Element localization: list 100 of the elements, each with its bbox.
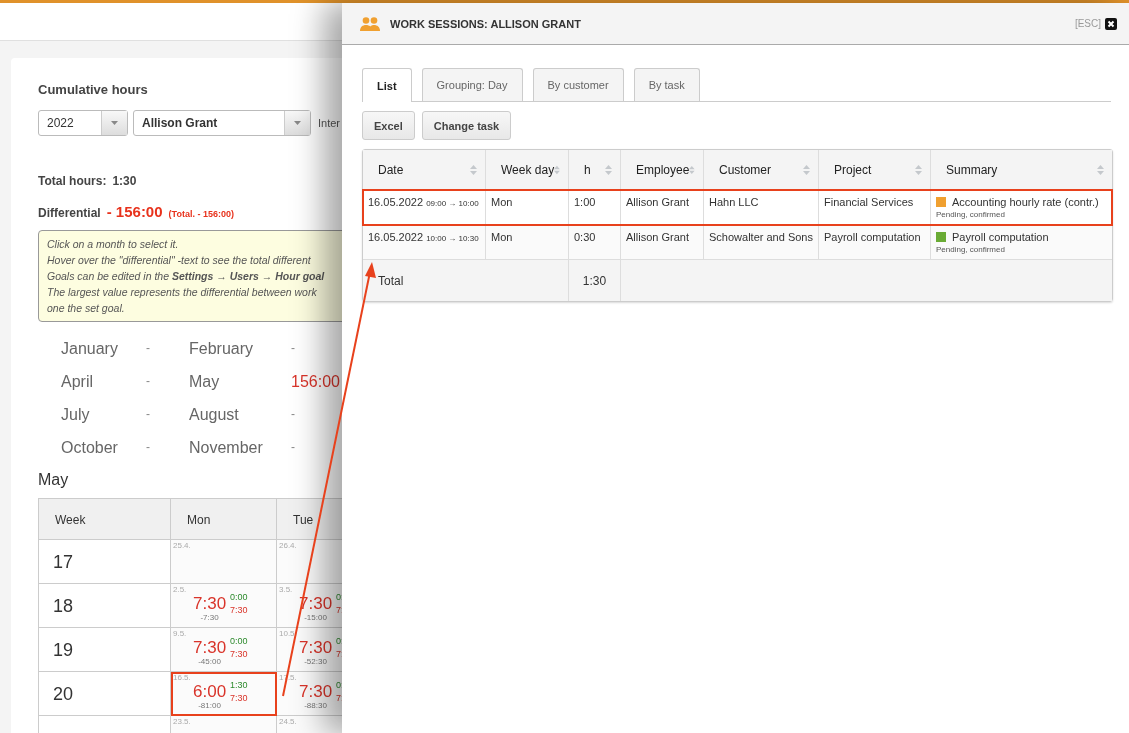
table-row[interactable]: 16.05.2022 09:00 → 10:00 Mon 1:00 Allison Grant Hahn LLC Financial Services Accounting hourly rate (contr.) Pending, confirmed	[363, 190, 1112, 225]
day-goal: 7:	[336, 692, 342, 705]
month-value: -	[146, 373, 151, 390]
employee-select[interactable]: Allison Grant	[133, 110, 311, 136]
info-text: one the set goal.	[47, 301, 126, 316]
day-balance: -7:30	[200, 613, 219, 623]
year-select[interactable]: 2022	[38, 110, 128, 136]
day-goal: 7:30	[230, 692, 248, 705]
month-value: -	[291, 439, 296, 456]
month-link[interactable]: February	[189, 332, 291, 365]
table-row[interactable]: 16.05.2022 10:00 → 10:30 Mon 0:30 Allison Grant Schowalter and Sons Payroll computation Payroll computation Pending, confirmed	[363, 225, 1112, 260]
differential-value: - 156:00	[106, 203, 163, 220]
calendar-title: May	[38, 471, 70, 489]
table-cell: Allison Grant	[626, 196, 689, 208]
day-worked: 1:30	[230, 679, 248, 692]
column-header: Mon	[171, 499, 277, 540]
sort-icon	[605, 164, 612, 175]
total-hours: 1:30	[582, 273, 607, 288]
info-text: The largest value represents the differential between work	[47, 285, 318, 300]
day-worked: 0:	[336, 635, 342, 648]
day-goal: 7:	[336, 648, 342, 661]
section-title: Cumulative hours	[38, 82, 149, 97]
differential-total: (Total. - 156:00)	[168, 209, 234, 219]
day-hours: 7:30	[299, 638, 333, 657]
day-balance: -88:30	[304, 701, 327, 711]
table-cell: Hahn LLC	[709, 196, 759, 208]
day-date: 16.5.	[173, 673, 192, 682]
caret-icon	[111, 121, 118, 125]
table-cell: Financial Services	[824, 196, 914, 208]
month-link[interactable]: November	[189, 431, 291, 464]
tab[interactable]: By customer	[532, 68, 624, 101]
sort-icon	[803, 164, 810, 175]
sort-icon	[1097, 164, 1104, 175]
tab[interactable]: By task	[633, 68, 700, 101]
table-cell: Mon	[491, 231, 513, 243]
caret-icon	[294, 121, 301, 125]
table-cell: Schowalter and Sons	[709, 231, 813, 243]
panel-title: WORK SESSIONS: ALLISON GRANT	[390, 17, 581, 30]
month-value: -	[146, 406, 151, 423]
task-status: Pending, confirmed	[936, 210, 1006, 219]
month-value: -	[291, 340, 296, 357]
week-number: 17	[53, 552, 74, 572]
date-cell: 16.05.2022 09:00 → 10:00	[368, 196, 479, 208]
column-title: Project	[834, 162, 873, 177]
total-label: Total hours:	[38, 174, 107, 188]
total-value: 1:30	[112, 174, 137, 188]
day-worked: 0:00	[230, 635, 248, 648]
column-title: Customer	[719, 162, 772, 177]
table-cell: 0:30	[574, 231, 596, 243]
table-cell: Allison Grant	[626, 231, 689, 243]
toolbar-button[interactable]: Excel	[362, 111, 415, 140]
info-text: Click on a month to select it.	[47, 237, 180, 252]
column-header: Tue	[277, 499, 342, 540]
close-icon[interactable]	[1105, 17, 1117, 30]
day-balance: -15:00	[304, 613, 327, 623]
day-goal: 7:30	[230, 604, 248, 617]
toolbar-button[interactable]: Change task	[421, 111, 512, 140]
task-name: Accounting hourly rate (contr.)	[952, 196, 1099, 208]
column-title: Summary	[946, 162, 999, 177]
tab[interactable]: Grouping: Day	[421, 68, 523, 101]
day-date: 25.4.	[173, 541, 192, 550]
day-goal: 7:	[336, 604, 342, 617]
column-header: Week	[39, 499, 171, 540]
day-date: 9.5.	[173, 629, 188, 638]
day-worked: 0:	[336, 591, 342, 604]
month-link[interactable]: May	[189, 365, 291, 398]
column-title: Date	[378, 162, 405, 177]
info-text: Goals can be edited in the Settings → Users → Hour goal	[47, 269, 326, 284]
tab[interactable]: List	[362, 68, 412, 102]
sort-icon	[915, 164, 922, 175]
day-hours: 7:30	[193, 638, 227, 657]
week-number: 18	[53, 596, 74, 616]
day-balance: -81:00	[198, 701, 221, 711]
month-value: -	[146, 340, 151, 357]
day-hours: 6:00	[193, 682, 227, 701]
day-hours: 7:30	[193, 594, 227, 613]
date-cell: 16.05.2022 10:00 → 10:30	[368, 231, 479, 243]
users-icon	[360, 16, 380, 31]
month-link[interactable]: July	[61, 398, 146, 431]
month-link[interactable]: April	[61, 365, 146, 398]
shortcut-hint: [ESC]	[1074, 18, 1101, 29]
month-link[interactable]: January	[61, 332, 146, 365]
month-value: -	[291, 406, 296, 423]
task-name: Payroll computation	[952, 231, 1049, 243]
day-date: 2.5.	[173, 585, 188, 594]
day-balance: -52:30	[304, 657, 327, 667]
day-date: 24.5.	[279, 717, 298, 726]
day-hours: 7:30	[299, 682, 333, 701]
task-status: Pending, confirmed	[936, 245, 1006, 254]
month-link[interactable]: October	[61, 431, 146, 464]
info-text: Hover over the "differential" -text to see the total different	[47, 253, 312, 268]
sort-icon	[470, 164, 477, 175]
day-goal: 7:30	[230, 648, 248, 661]
week-number: 19	[53, 640, 74, 660]
sort-icon	[689, 164, 695, 175]
day-date: 23.5.	[173, 717, 192, 726]
column-title: Week day	[501, 162, 555, 177]
month-link[interactable]: August	[189, 398, 291, 431]
day-date: 26.4.	[279, 541, 298, 550]
total-label: Total	[378, 273, 404, 288]
